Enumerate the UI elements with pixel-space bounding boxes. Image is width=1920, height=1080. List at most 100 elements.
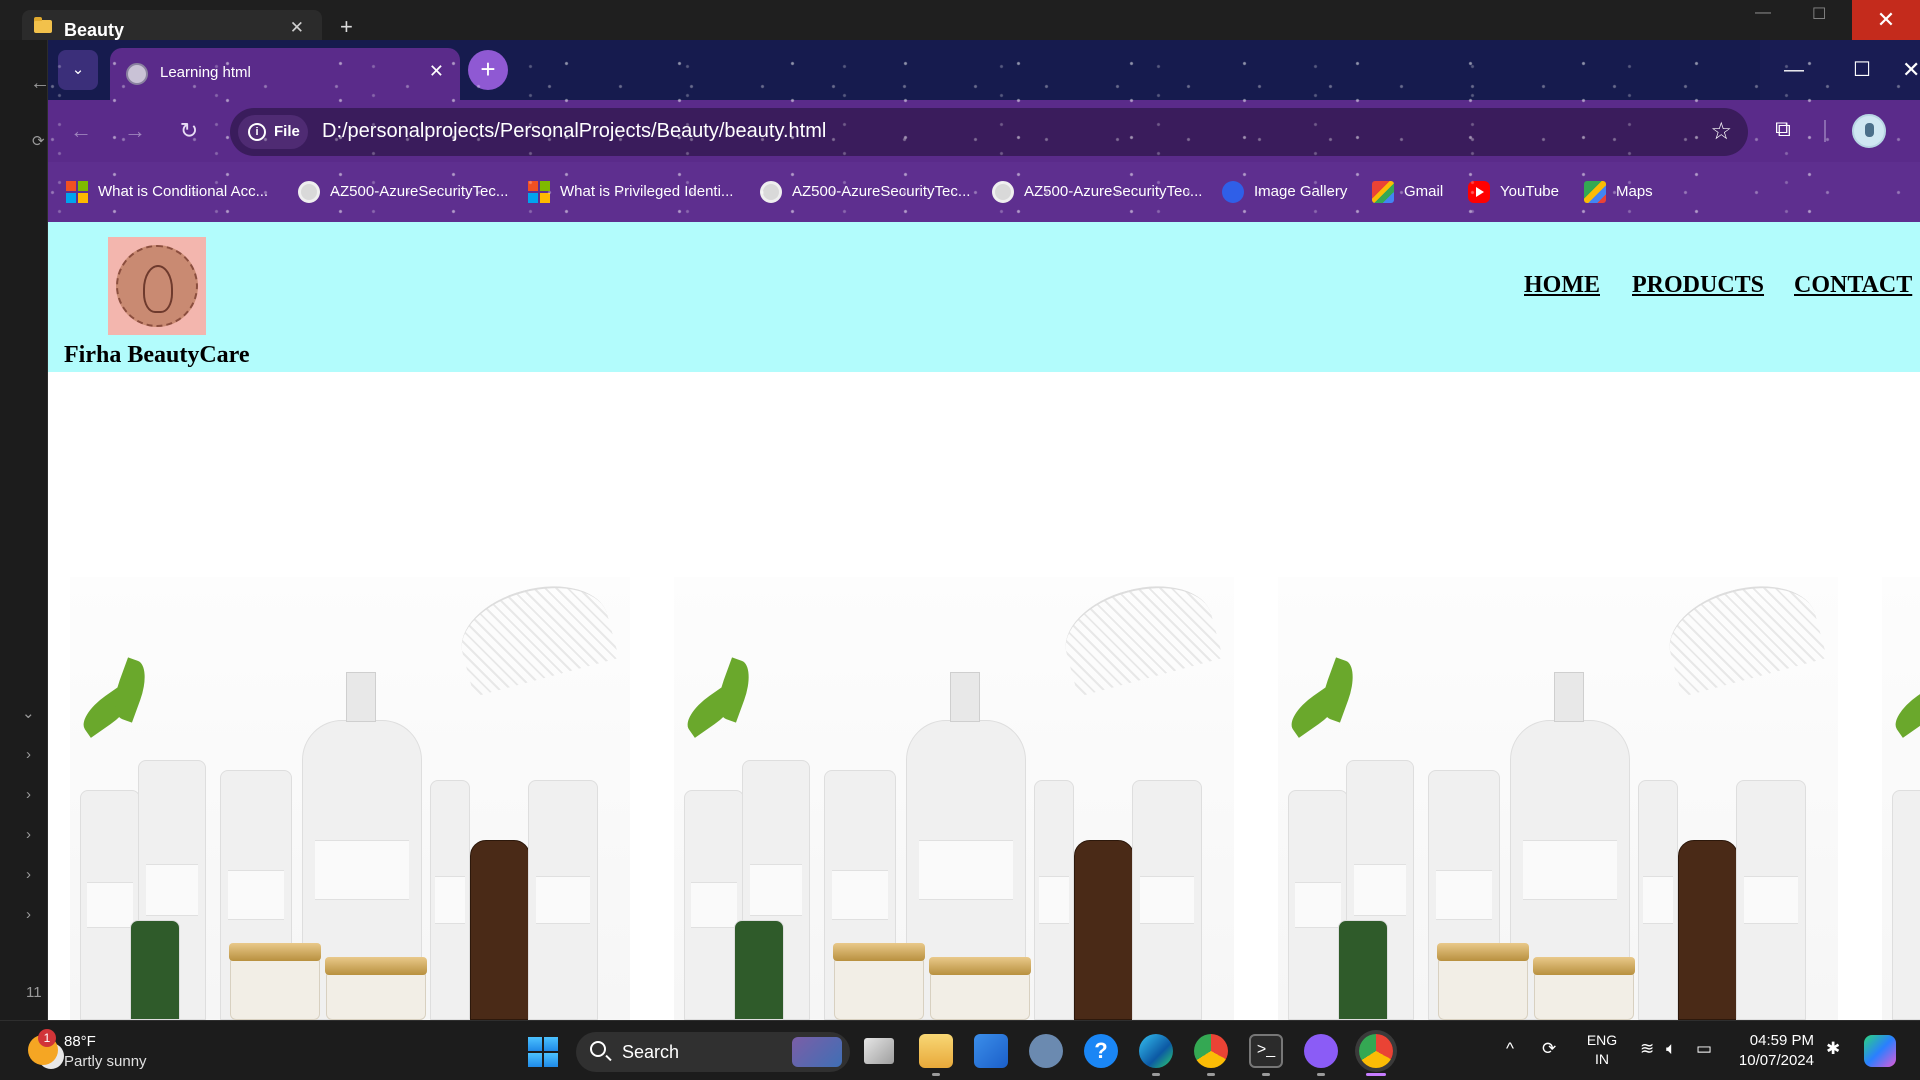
- product-bottle: [1034, 780, 1074, 1020]
- clock[interactable]: 04:59 PM 10/07/2024: [1730, 1031, 1814, 1071]
- globe-icon: [298, 181, 320, 203]
- chevron-down-icon[interactable]: ⌄: [22, 704, 35, 722]
- close-icon[interactable]: ✕: [429, 61, 444, 82]
- sync-icon[interactable]: ⟳: [1542, 1039, 1556, 1059]
- product-bottle: [430, 780, 470, 1020]
- windows-start-icon[interactable]: [528, 1037, 558, 1067]
- battery-icon[interactable]: ▭: [1696, 1039, 1712, 1059]
- logo[interactable]: [108, 237, 206, 335]
- tab-search-button[interactable]: ⌄: [58, 50, 98, 90]
- cream-jar: [929, 957, 1031, 1020]
- browser-window: ⌄ Learning html ✕ + — ☐ ✕ ← → ↻ i File D…: [48, 40, 1920, 1020]
- close-icon[interactable]: ✕: [290, 18, 304, 38]
- chevron-right-icon[interactable]: ›: [26, 906, 31, 923]
- product-gallery: [48, 577, 1920, 1020]
- chevron-right-icon[interactable]: ›: [26, 826, 31, 843]
- running-indicator: [1207, 1073, 1215, 1076]
- nav-link-contact[interactable]: CONTACT: [1794, 272, 1912, 299]
- bookmark-label: Maps: [1616, 183, 1653, 200]
- chevron-right-icon[interactable]: ›: [26, 786, 31, 803]
- product-tube: [528, 780, 598, 1020]
- globe-icon: [126, 63, 148, 85]
- running-indicator: [932, 1073, 940, 1076]
- language-indicator[interactable]: ENG IN: [1582, 1031, 1622, 1069]
- product-box: [734, 920, 784, 1020]
- maximize-icon[interactable]: ☐: [1812, 4, 1826, 24]
- notification-badge: 1: [38, 1029, 56, 1047]
- nav-link-home[interactable]: HOME: [1524, 272, 1600, 299]
- bookmark-item[interactable]: AZ500-AzureSecurityTec...: [296, 180, 508, 204]
- avatar[interactable]: [1852, 114, 1886, 148]
- search-highlight-image: [792, 1037, 842, 1067]
- bookmark-item[interactable]: Maps: [1582, 180, 1653, 204]
- help-icon[interactable]: ?: [1084, 1034, 1118, 1068]
- new-tab-button[interactable]: +: [468, 50, 508, 90]
- github-icon[interactable]: [1304, 1034, 1338, 1068]
- back-arrow-icon[interactable]: ←: [30, 72, 50, 95]
- extensions-icon[interactable]: ⧉: [1768, 116, 1798, 146]
- task-view-icon[interactable]: [864, 1038, 894, 1064]
- settings-icon[interactable]: [1029, 1034, 1063, 1068]
- browser-toolbar: ← → ↻ i File D:/personalprojects/Persona…: [48, 100, 1920, 162]
- chrome-profile-icon[interactable]: [1359, 1034, 1393, 1068]
- chevron-right-icon[interactable]: ›: [26, 866, 31, 883]
- star-icon[interactable]: ☆: [1710, 117, 1732, 146]
- forward-arrow-icon[interactable]: →: [118, 114, 152, 148]
- serum-bottle: [1074, 840, 1134, 1020]
- url-text[interactable]: D:/personalprojects/PersonalProjects/Bea…: [322, 120, 826, 143]
- bookmark-item[interactable]: Gmail: [1370, 180, 1443, 204]
- product-tube: [1132, 780, 1202, 1020]
- bookmark-label: Gmail: [1404, 183, 1444, 200]
- edge-icon[interactable]: [1139, 1034, 1173, 1068]
- bookmark-item[interactable]: YouTube: [1466, 180, 1559, 204]
- logo-circle: [116, 245, 198, 327]
- cream-jar: [833, 943, 925, 1020]
- terminal-icon[interactable]: >_: [1249, 1034, 1283, 1068]
- product-tube: [1892, 790, 1920, 1020]
- globe-icon: [992, 181, 1014, 203]
- file-explorer-icon[interactable]: [919, 1034, 953, 1068]
- bookmark-item[interactable]: AZ500-AzureSecurityTec...: [990, 180, 1202, 204]
- weather-temperature: 88°F: [64, 1033, 96, 1050]
- refresh-icon[interactable]: ⟳: [32, 132, 45, 150]
- microsoft-icon: [528, 181, 550, 203]
- copilot-icon[interactable]: [1864, 1035, 1896, 1067]
- bookmark-item[interactable]: What is Conditional Acc...: [64, 180, 268, 204]
- clock-date: 10/07/2024: [1738, 1052, 1814, 1069]
- chrome-icon[interactable]: [1194, 1034, 1228, 1068]
- nav-link-products[interactable]: PRODUCTS: [1632, 272, 1764, 299]
- running-indicator: [1152, 1073, 1160, 1076]
- web-page: Firha BeautyCare HOME PRODUCTS CONTACT: [48, 222, 1920, 1020]
- maximize-button[interactable]: ☐: [1828, 40, 1896, 100]
- close-button[interactable]: ✕: [1852, 0, 1920, 40]
- taskbar-search[interactable]: Search: [576, 1032, 850, 1072]
- maps-icon: [1584, 181, 1606, 203]
- site-info-chip[interactable]: i File: [238, 115, 308, 149]
- running-indicator: [1262, 1073, 1270, 1076]
- close-button[interactable]: ✕: [1896, 40, 1920, 100]
- region-code: IN: [1595, 1051, 1609, 1067]
- language-code: ENG: [1586, 1032, 1618, 1048]
- minimize-icon[interactable]: —: [1755, 4, 1771, 22]
- explorer-tab[interactable]: Beauty ✕: [22, 10, 322, 40]
- address-bar[interactable]: i File D:/personalprojects/PersonalProje…: [230, 108, 1748, 156]
- new-tab-icon[interactable]: +: [340, 14, 353, 40]
- reload-icon[interactable]: ↻: [172, 114, 206, 148]
- minimize-button[interactable]: —: [1760, 40, 1828, 100]
- taskbar: 1 88°F Partly sunny Search ? >_ ^ ⟳ ENG …: [0, 1020, 1920, 1080]
- bookmark-item[interactable]: AZ500-AzureSecurityTec...: [758, 180, 970, 204]
- bookmark-item[interactable]: What is Privileged Identi...: [526, 180, 733, 204]
- youtube-icon: [1468, 181, 1490, 203]
- back-arrow-icon[interactable]: ←: [64, 114, 98, 148]
- bookmark-item[interactable]: Image Gallery: [1220, 180, 1347, 204]
- volume-icon[interactable]: 🔈︎: [1666, 1039, 1676, 1059]
- cream-jar: [229, 943, 321, 1020]
- tab-learning-html[interactable]: Learning html ✕: [110, 48, 460, 100]
- wifi-icon[interactable]: ≋: [1640, 1039, 1654, 1059]
- cream-jar: [1533, 957, 1635, 1020]
- brand-name: Firha BeautyCare: [64, 342, 250, 368]
- microsoft-store-icon[interactable]: [974, 1034, 1008, 1068]
- notifications-icon[interactable]: ✱: [1826, 1039, 1840, 1059]
- chevron-up-icon[interactable]: ^: [1506, 1039, 1514, 1059]
- chevron-right-icon[interactable]: ›: [26, 746, 31, 763]
